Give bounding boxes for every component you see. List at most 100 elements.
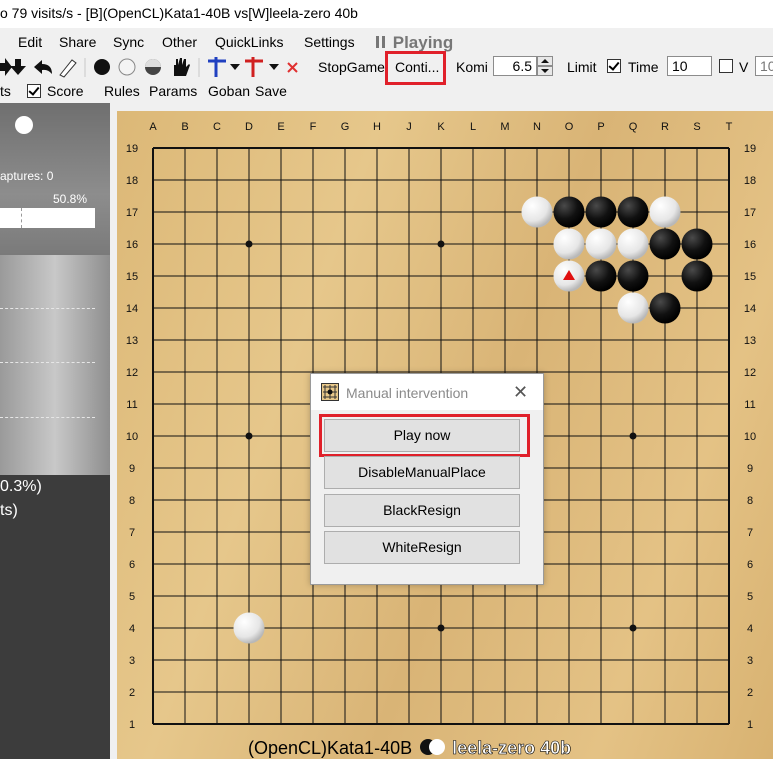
row-label: 13 <box>744 335 756 347</box>
rules-button[interactable]: Rules <box>104 83 140 99</box>
stat-line-2: ts) <box>0 502 18 519</box>
goban-button[interactable]: Goban <box>208 83 250 99</box>
dropdown-arrow-icon[interactable] <box>269 64 279 70</box>
eraser-icon[interactable] <box>59 59 77 78</box>
column-label: C <box>213 121 221 133</box>
menu-edit[interactable]: Edit <box>18 34 42 50</box>
row-label: 2 <box>747 687 753 699</box>
white-stone[interactable] <box>233 612 265 644</box>
hoshi-point <box>437 240 445 248</box>
toolbar-secondary: ts Score Rules Params Goban Save <box>0 81 773 103</box>
highlight-box <box>385 51 446 85</box>
row-label: 4 <box>747 623 753 635</box>
v-input[interactable]: 10 <box>755 56 773 76</box>
row-label: 3 <box>747 655 753 667</box>
menu-sync[interactable]: Sync <box>113 34 144 50</box>
menu-other[interactable]: Other <box>162 34 197 50</box>
row-label: 5 <box>747 591 753 603</box>
red-coordinate-icon[interactable] <box>245 57 263 77</box>
komi-input[interactable]: 6.5 <box>493 56 537 76</box>
white-player-name: leela-zero 40b <box>452 738 572 759</box>
toolbar-item-ts[interactable]: ts <box>0 83 11 99</box>
black-stone[interactable] <box>585 260 617 292</box>
white-stone[interactable] <box>553 228 585 260</box>
score-label[interactable]: Score <box>47 83 84 99</box>
black-stone[interactable] <box>649 292 681 324</box>
arrow-down-icon[interactable] <box>10 59 26 75</box>
winrate-bar <box>0 208 95 228</box>
column-label: E <box>277 121 284 133</box>
graph-gridline <box>0 308 95 309</box>
menu-share[interactable]: Share <box>59 34 96 50</box>
comment-panel: 0.3%) ts) <box>0 475 110 759</box>
player-status: (OpenCL)Kata1-40B leela-zero 40b <box>248 737 571 759</box>
black-stone[interactable] <box>681 228 713 260</box>
params-button[interactable]: Params <box>149 83 197 99</box>
menu-settings[interactable]: Settings <box>304 34 355 50</box>
row-label: 6 <box>747 559 753 571</box>
black-stone-icon[interactable] <box>94 59 110 75</box>
column-label: G <box>341 121 350 133</box>
stop-game-button[interactable]: StopGame <box>318 59 385 75</box>
black-stone[interactable] <box>649 228 681 260</box>
left-panel: aptures: 0 50.8% 0.3%) ts) <box>0 103 110 759</box>
time-checkbox[interactable] <box>607 59 621 73</box>
row-label: 13 <box>126 335 138 347</box>
row-label: 8 <box>747 495 753 507</box>
save-button[interactable]: Save <box>255 83 287 99</box>
hoshi-point <box>437 624 445 632</box>
row-label: 12 <box>744 367 756 379</box>
column-label: T <box>726 121 733 133</box>
white-stone[interactable] <box>617 228 649 260</box>
row-label: 17 <box>744 207 756 219</box>
hand-icon[interactable] <box>174 58 190 76</box>
row-label: 10 <box>744 431 756 443</box>
column-label: P <box>597 121 604 133</box>
white-stone-indicator-icon <box>15 116 33 134</box>
dropdown-arrow-icon[interactable] <box>230 64 240 70</box>
v-value: 10 <box>760 58 773 74</box>
white-stone[interactable] <box>649 196 681 228</box>
blue-coordinate-icon[interactable] <box>208 57 226 77</box>
time-label: Time <box>628 59 659 75</box>
pause-icon <box>376 36 379 48</box>
komi-spinner[interactable] <box>537 56 554 77</box>
close-icon[interactable]: ✕ <box>513 382 528 403</box>
white-resign-button[interactable]: WhiteResign <box>324 531 520 564</box>
column-label: A <box>149 121 157 133</box>
black-stone[interactable] <box>681 260 713 292</box>
pause-icon <box>382 36 385 48</box>
column-label: O <box>565 121 574 133</box>
black-stone[interactable] <box>617 196 649 228</box>
white-stone[interactable] <box>521 196 553 228</box>
column-label: J <box>406 121 412 133</box>
white-stone[interactable] <box>585 228 617 260</box>
row-label: 8 <box>129 495 135 507</box>
close-red-icon[interactable] <box>287 62 298 73</box>
score-checkbox[interactable] <box>27 84 41 98</box>
undo-arrow-icon[interactable] <box>34 60 52 74</box>
arrow-right-icon[interactable] <box>0 58 12 76</box>
menu-quicklinks[interactable]: QuickLinks <box>215 34 283 50</box>
black-stone[interactable] <box>617 260 649 292</box>
row-label: 18 <box>126 175 138 187</box>
row-label: 12 <box>126 367 138 379</box>
hoshi-point <box>629 432 637 440</box>
white-stone[interactable] <box>617 292 649 324</box>
time-input[interactable]: 10 <box>667 56 712 76</box>
row-label: 1 <box>129 719 135 731</box>
row-label: 9 <box>747 463 753 475</box>
white-stone-icon[interactable] <box>118 58 136 76</box>
alternate-stones-icon[interactable] <box>145 59 161 75</box>
v-checkbox[interactable] <box>719 59 733 73</box>
column-label: Q <box>629 121 638 133</box>
hoshi-point <box>245 432 253 440</box>
row-label: 17 <box>126 207 138 219</box>
black-stone[interactable] <box>585 196 617 228</box>
disable-manual-place-button[interactable]: DisableManualPlace <box>324 456 520 489</box>
row-label: 9 <box>129 463 135 475</box>
playing-status: Playing <box>376 33 453 53</box>
dialog-title: Manual intervention <box>346 385 469 401</box>
black-stone[interactable] <box>553 196 585 228</box>
black-resign-button[interactable]: BlackResign <box>324 494 520 527</box>
